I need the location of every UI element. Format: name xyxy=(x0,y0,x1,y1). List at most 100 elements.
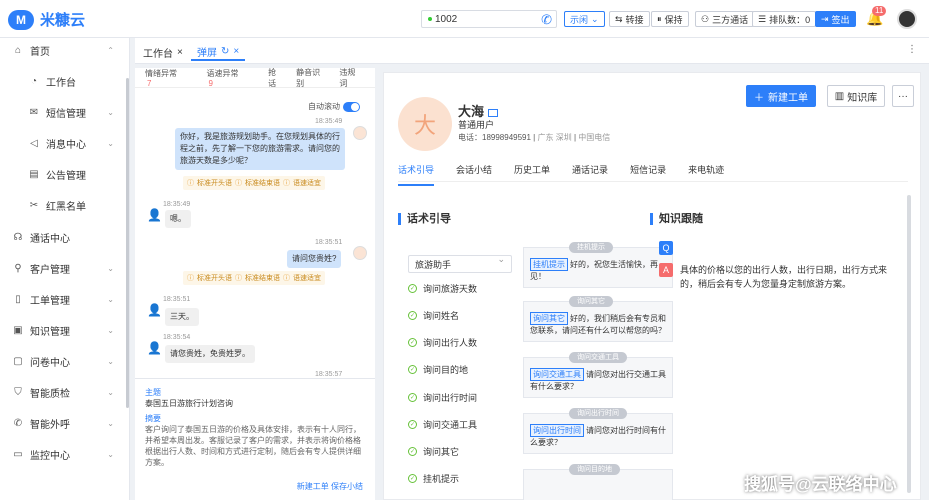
tab-workbench[interactable]: 工作台 × xyxy=(137,43,189,61)
sidebar-item-notices[interactable]: ▤ 公告管理 xyxy=(0,164,130,184)
main-scrollbar[interactable] xyxy=(907,195,911,493)
filter-interrupt[interactable]: 抢话 xyxy=(268,67,283,89)
tab-session-summary[interactable]: 会话小结 xyxy=(456,163,492,186)
filter-speed[interactable]: 语速异常9 xyxy=(207,68,256,88)
tag: 语速适宜 xyxy=(293,275,321,282)
card-chip: 询问出行时间 xyxy=(530,424,584,437)
knowledge-base-button[interactable]: ▥ 知识库 xyxy=(827,85,885,107)
tab-sms-records[interactable]: 短信记录 xyxy=(630,163,666,186)
app-logo[interactable]: M 米糠云 xyxy=(8,9,85,30)
script-step[interactable]: ✓ 询问其它 xyxy=(408,445,459,458)
sidebar-item-quality[interactable]: ⛉ 智能质检 ⌄ xyxy=(0,382,130,402)
sidebar-item-home[interactable]: ⌂ 首页 ⌃ xyxy=(0,40,130,60)
check-icon: ✓ xyxy=(408,284,417,293)
chevron-up-icon: ⌃ xyxy=(107,45,114,55)
plus-icon: ＋ xyxy=(754,92,764,104)
customer-name-text: 大海 xyxy=(458,104,485,119)
refresh-icon[interactable]: ↻ xyxy=(221,46,229,57)
status-select[interactable]: 示闲 ⌄ xyxy=(564,11,605,27)
script-card[interactable]: 询问目的地 xyxy=(523,464,673,500)
customer-phone: 电话：18998949591 xyxy=(458,133,531,142)
call-summary: 主题 泰国五日游旅行计划咨询 摘要 客户询问了泰国五日游的价格及具体安排，表示有… xyxy=(135,378,375,500)
sidebar-item-call-center[interactable]: ☊ 通话中心 xyxy=(0,227,130,247)
save-summary-link[interactable]: 保存小结 xyxy=(331,482,363,491)
script-card[interactable]: 挂机提示 挂机提示 好的，祝您生活愉快，再见！ xyxy=(523,242,673,288)
more-button[interactable]: ··· xyxy=(892,85,914,107)
phone-icon[interactable]: ✆ xyxy=(541,12,552,28)
watermark: 搜狐号@云联络中心 xyxy=(744,475,897,494)
tab-call-records[interactable]: 通话记录 xyxy=(572,163,608,186)
sidebar-item-blacklist[interactable]: ✂ 红黑名单 xyxy=(0,195,130,215)
new-ticket-link[interactable]: 新建工单 xyxy=(297,482,329,491)
question-badge: Q xyxy=(659,241,673,255)
bot-message: 请问您贵姓? xyxy=(287,250,342,268)
three-way-call-button[interactable]: ⚇ 三方通话 xyxy=(695,11,755,27)
sidebar-item-label: 工作台 xyxy=(46,77,76,89)
message-time: 18:35:49 xyxy=(163,201,191,208)
sidebar-item-sms[interactable]: ✉ 短信管理 ⌄ xyxy=(0,102,130,122)
filter-emotion[interactable]: 情绪异常7 xyxy=(145,68,194,88)
status-label: 示闲 xyxy=(570,14,589,25)
dashboard-icon: ◔ xyxy=(30,75,38,87)
sidebar-item-label: 客户管理 xyxy=(30,264,70,276)
home-icon: ⌂ xyxy=(14,44,22,56)
script-card[interactable]: 询问其它 询问其它 好的，我们稍后会有专员和您联系，请问还有什么可以帮您的吗？ xyxy=(523,296,673,342)
warning-icon: ⓘ xyxy=(283,180,290,187)
sidebar-item-survey[interactable]: ▢ 问卷中心 ⌄ xyxy=(0,351,130,371)
sidebar-item-knowledge[interactable]: ▣ 知识管理 ⌄ xyxy=(0,320,130,340)
filter-violation[interactable]: 违规词 xyxy=(339,67,362,89)
top-header: M 米糠云 1002 ✆ 示闲 ⌄ ⇆ 转接 ⏸ 保持 ⚇ 三方通话 ☰ 排队数：0 ⇥ 签… xyxy=(0,0,929,38)
ticket-icon: ▯ xyxy=(15,293,21,305)
script-step[interactable]: ✓ 询问出行时间 xyxy=(408,391,477,404)
phone-input[interactable]: 1002 ✆ xyxy=(421,10,557,28)
autoscroll-toggle[interactable]: 自动滚动 xyxy=(308,101,360,112)
sidebar-item-label: 消息中心 xyxy=(46,139,86,151)
filter-silence[interactable]: 静音识别 xyxy=(296,67,326,89)
filter-count: 9 xyxy=(208,78,213,88)
user-avatar[interactable] xyxy=(897,9,917,29)
sidebar-item-label: 短信管理 xyxy=(46,108,86,120)
sidebar-item-outbound[interactable]: ✆ 智能外呼 ⌄ xyxy=(0,413,130,433)
id-card-icon[interactable] xyxy=(488,108,499,117)
new-ticket-button[interactable]: ＋ 新建工单 xyxy=(746,85,816,107)
sidebar-item-tickets[interactable]: ▯ 工单管理 ⌄ xyxy=(0,289,130,309)
speaker-icon: ◁ xyxy=(30,137,38,149)
signout-button[interactable]: ⇥ 签出 xyxy=(815,11,856,27)
script-step[interactable]: ✓ 询问目的地 xyxy=(408,363,468,376)
close-icon[interactable]: × xyxy=(233,46,239,57)
sidebar-scrollbar[interactable] xyxy=(126,78,129,408)
autoscroll-label: 自动滚动 xyxy=(308,102,340,111)
user-icon: ⚇ xyxy=(701,13,710,24)
bot-avatar xyxy=(353,246,367,260)
script-card[interactable]: 询问出行时间 询问出行时间 请问您对出行时间有什么要求？ xyxy=(523,408,673,454)
pause-icon: ⏸ xyxy=(657,13,662,24)
script-step[interactable]: ✓ 询问交通工具 xyxy=(408,418,477,431)
script-card[interactable]: 询问交通工具 询问交通工具 请问您对出行交通工具有什么要求？ xyxy=(523,352,673,398)
tab-script-guide[interactable]: 话术引导 xyxy=(398,163,435,186)
sidebar-item-label: 监控中心 xyxy=(30,450,70,462)
knowledge-follow-title: 知识跟随 xyxy=(650,213,703,225)
script-select[interactable]: 旅游助手 xyxy=(408,254,512,273)
transfer-button[interactable]: ⇆ 转接 xyxy=(609,11,650,27)
hold-button[interactable]: ⏸ 保持 xyxy=(651,11,689,27)
sidebar-item-label: 问卷中心 xyxy=(30,357,70,369)
customer-message: 三天。 xyxy=(165,308,199,326)
more-vertical-icon[interactable]: ⋮ xyxy=(907,44,917,55)
sidebar-item-customers[interactable]: ⚲ 客户管理 ⌄ xyxy=(0,258,130,278)
script-guide-title: 话术引导 xyxy=(398,213,451,225)
tab-history-tickets[interactable]: 历史工单 xyxy=(514,163,550,186)
tab-popup[interactable]: 弹屏 ↻ × xyxy=(191,43,246,61)
sidebar-item-workbench[interactable]: ◔ 工作台 xyxy=(0,71,130,91)
tab-call-track[interactable]: 来电轨迹 xyxy=(688,163,724,186)
sidebar-item-messages[interactable]: ◁ 消息中心 ⌄ xyxy=(0,133,130,153)
sidebar-item-monitor[interactable]: ▭ 监控中心 ⌄ xyxy=(0,444,130,464)
close-icon[interactable]: × xyxy=(177,47,183,58)
script-step[interactable]: ✓ 询问旅游天数 xyxy=(408,282,477,295)
abstract-label: 摘要 xyxy=(145,414,161,423)
card-caption: 询问交通工具 xyxy=(569,352,627,363)
script-step[interactable]: ✓ 挂机提示 xyxy=(408,472,459,485)
script-step[interactable]: ✓ 询问姓名 xyxy=(408,309,459,322)
toggle-switch[interactable] xyxy=(343,101,360,112)
script-step[interactable]: ✓ 询问出行人数 xyxy=(408,336,477,349)
filter-label: 情绪异常 xyxy=(145,68,177,78)
